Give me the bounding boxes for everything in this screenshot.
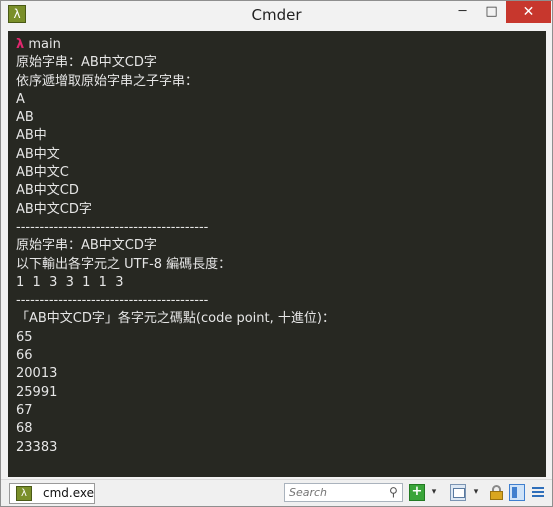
terminal-line: 65 [16,329,33,345]
window-icon[interactable] [450,484,466,501]
minimize-button[interactable]: ─ [449,1,476,23]
terminal-line: AB中 [16,128,47,144]
terminal-line: 67 [16,402,33,418]
cmder-window: λ Cmder ─ □ ✕ λ main 原始字串：AB中文CD字依序遞增取原始… [0,0,553,507]
terminal-line: ----------------------------------------… [16,293,209,309]
terminal-line: 23383 [16,439,58,455]
search-icon[interactable]: ⚲ [389,485,402,500]
tab-label: cmd.exe [43,486,95,500]
status-bar: λ cmd.exe ⚲ + ▾ ▾ [1,479,552,506]
lambda-icon: λ [16,486,32,501]
terminal-line: AB中文C [16,165,69,181]
terminal-line: 依序遞增取原始字串之子字串： [16,73,199,89]
terminal-line: 原始字串：AB中文CD字 [16,55,157,71]
title-bar[interactable]: λ Cmder ─ □ ✕ [1,1,552,29]
lock-body [490,491,503,500]
terminal-line: 1 1 3 3 1 1 3 [16,274,124,290]
terminal-line: 66 [16,348,33,364]
terminal-line: AB [16,110,34,126]
prompt-line: λ main [16,36,546,54]
terminal-line: AB中文 [16,146,60,162]
menu-bar [532,495,544,497]
maximize-button[interactable]: □ [478,1,505,23]
terminal-line: 20013 [16,366,58,382]
search-input[interactable] [285,484,387,501]
menu-bar [532,487,544,489]
menu-icon[interactable] [531,484,545,501]
chevron-down-icon[interactable]: ▾ [429,484,439,501]
terminal-line: 25991 [16,384,58,400]
terminal-output[interactable]: λ main 原始字串：AB中文CD字 依序遞增取原始字串之子字串： A AB AB中 A… [8,31,546,477]
close-button[interactable]: ✕ [506,1,551,23]
terminal-line: 原始字串：AB中文CD字 [16,238,157,254]
prompt-symbol: λ [16,37,25,52]
terminal-lines: 原始字串：AB中文CD字 依序遞增取原始字串之子字串： A AB AB中 AB中文 AB中文… [16,54,546,457]
terminal-line: ----------------------------------------… [16,219,209,235]
terminal-line: AB中文CD [16,183,79,199]
lock-icon[interactable] [489,484,505,501]
panel-icon[interactable] [509,484,525,501]
menu-bar [532,491,544,493]
new-console-icon[interactable]: + [409,484,425,501]
search-box[interactable]: ⚲ [284,483,403,502]
terminal-line: 68 [16,421,33,437]
terminal-line: 「AB中文CD字」各字元之碼點(code point, 十進位)： [16,311,335,327]
terminal-line: A [16,91,25,107]
chevron-down-icon[interactable]: ▾ [471,484,481,501]
terminal-line: 以下輸出各字元之 UTF-8 編碼長度： [16,256,232,272]
prompt-directory: main [28,37,61,52]
tab-cmd-exe[interactable]: λ cmd.exe [9,483,95,504]
terminal-line: AB中文CD字 [16,201,92,217]
